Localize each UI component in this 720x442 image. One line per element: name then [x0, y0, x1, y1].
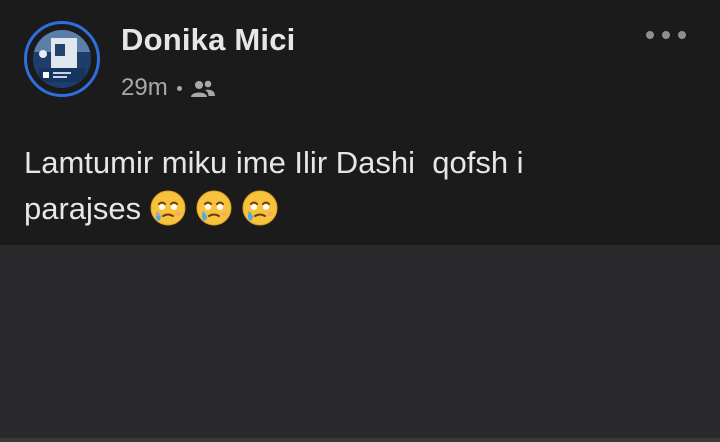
post-meta: 29m: [121, 73, 216, 103]
friends-icon: [190, 78, 216, 98]
dot-3: [678, 31, 686, 39]
post-text-line2: parajses: [24, 191, 142, 226]
avatar-image: [33, 30, 91, 88]
author-avatar[interactable]: [24, 21, 100, 97]
face-holding-back-tears-icon: [195, 189, 233, 227]
separator-dot: [176, 85, 182, 91]
post-text: Lamtumir miku ime Ilir Dashi qofsh i par…: [24, 140, 704, 232]
dot-2: [662, 31, 670, 39]
face-holding-back-tears-icon: [149, 189, 187, 227]
face-holding-back-tears-icon: [241, 189, 279, 227]
more-options-icon[interactable]: [646, 24, 686, 46]
post-timestamp[interactable]: 29m: [121, 74, 168, 102]
post-card: Donika Mici 29m Lamtumir miku ime Ilir D…: [0, 0, 720, 245]
dot-1: [646, 31, 654, 39]
post-text-line1: Lamtumir miku ime Ilir Dashi qofsh i: [24, 145, 524, 180]
divider: [0, 438, 720, 442]
emoji-row: [149, 190, 287, 227]
author-name[interactable]: Donika Mici: [121, 22, 295, 58]
feed-background: [0, 245, 720, 442]
